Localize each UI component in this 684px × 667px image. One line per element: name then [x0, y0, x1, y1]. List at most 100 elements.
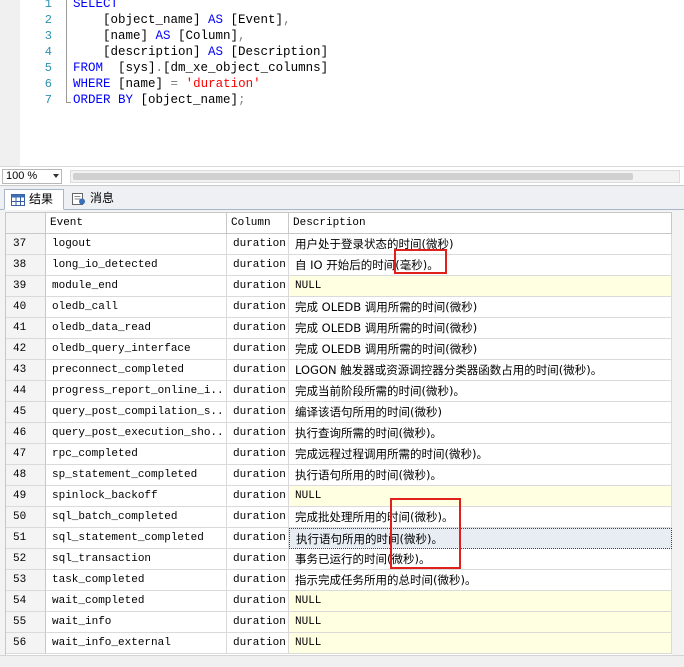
table-row[interactable]: 53 task_completed duration 指示完成任务所用的总时间(微秒)…	[6, 570, 672, 591]
column-header-description[interactable]: Description	[289, 213, 672, 233]
cell-event[interactable]: sp_statement_completed	[46, 465, 227, 486]
cell-column[interactable]: duration	[227, 486, 289, 507]
cell-description[interactable]: 完成 OLEDB 调用所需的时间(微秒)	[289, 339, 672, 360]
cell-column[interactable]: duration	[227, 570, 289, 591]
row-number[interactable]: 40	[6, 297, 46, 318]
cell-description[interactable]: 执行语句所用的时间(微秒)。	[289, 465, 672, 486]
table-row[interactable]: 47 rpc_completed duration 完成远程过程调用所需的时间(微秒)…	[6, 444, 672, 465]
cell-description[interactable]: 编译该语句所用的时间(微秒)	[289, 402, 672, 423]
cell-description[interactable]: 完成当前阶段所需的时间(微秒)。	[289, 381, 672, 402]
cell-event[interactable]: wait_info_external	[46, 633, 227, 654]
table-row[interactable]: 46 query_post_execution_sho... duration 执行查…	[6, 423, 672, 444]
cell-event[interactable]: preconnect_completed	[46, 360, 227, 381]
table-row[interactable]: 51 sql_statement_completed duration 执行语句所用的…	[6, 528, 672, 549]
cell-event[interactable]: oledb_data_read	[46, 318, 227, 339]
code-line[interactable]: SELECT	[73, 0, 118, 12]
table-row[interactable]: 37 logout duration 用户处于登录状态的时间(微秒)	[6, 234, 672, 255]
table-row[interactable]: 54 wait_completed duration NULL	[6, 591, 672, 612]
table-row[interactable]: 44 progress_report_online_i... duration 完成当…	[6, 381, 672, 402]
row-number[interactable]: 44	[6, 381, 46, 402]
cell-column[interactable]: duration	[227, 528, 289, 549]
table-row[interactable]: 40 oledb_call duration 完成 OLEDB 调用所需的时间(微秒)	[6, 297, 672, 318]
horizontal-scrollbar[interactable]	[70, 170, 680, 183]
chevron-down-icon[interactable]	[53, 174, 59, 178]
cell-description[interactable]: NULL	[289, 633, 672, 654]
grid-corner[interactable]	[6, 213, 46, 233]
cell-description[interactable]: 完成批处理所用的时间(微秒)。	[289, 507, 672, 528]
tab-messages[interactable]: 消息	[66, 189, 122, 210]
cell-description[interactable]: 指示完成任务所用的总时间(微秒)。	[289, 570, 672, 591]
cell-event[interactable]: query_post_execution_sho...	[46, 423, 227, 444]
code-line[interactable]: WHERE [name] = 'duration'	[73, 76, 261, 92]
cell-column[interactable]: duration	[227, 234, 289, 255]
cell-column[interactable]: duration	[227, 612, 289, 633]
table-row[interactable]: 50 sql_batch_completed duration 完成批处理所用的时间(…	[6, 507, 672, 528]
cell-description[interactable]: 事务已运行的时间(微秒)。	[289, 549, 672, 570]
cell-event[interactable]: wait_info	[46, 612, 227, 633]
row-number[interactable]: 50	[6, 507, 46, 528]
results-table[interactable]: Event Column Description 37 logout duratio…	[5, 212, 672, 664]
code-line[interactable]: [name] AS [Column],	[73, 28, 246, 44]
cell-description[interactable]: NULL	[289, 276, 672, 297]
row-number[interactable]: 42	[6, 339, 46, 360]
table-row[interactable]: 56 wait_info_external duration NULL	[6, 633, 672, 654]
table-row[interactable]: 39 module_end duration NULL	[6, 276, 672, 297]
cell-event[interactable]: oledb_call	[46, 297, 227, 318]
cell-column[interactable]: duration	[227, 255, 289, 276]
cell-description[interactable]: NULL	[289, 486, 672, 507]
table-row[interactable]: 49 spinlock_backoff duration NULL	[6, 486, 672, 507]
cell-description[interactable]: NULL	[289, 612, 672, 633]
row-number[interactable]: 56	[6, 633, 46, 654]
cell-column[interactable]: duration	[227, 507, 289, 528]
cell-description[interactable]: 完成 OLEDB 调用所需的时间(微秒)	[289, 297, 672, 318]
cell-event[interactable]: sql_statement_completed	[46, 528, 227, 549]
row-number[interactable]: 52	[6, 549, 46, 570]
row-number[interactable]: 37	[6, 234, 46, 255]
cell-event[interactable]: task_completed	[46, 570, 227, 591]
zoom-dropdown[interactable]: 100 %	[2, 169, 62, 184]
cell-column[interactable]: duration	[227, 297, 289, 318]
cell-description[interactable]: 执行语句所用的时间(微秒)。	[289, 528, 672, 549]
cell-column[interactable]: duration	[227, 402, 289, 423]
cell-description[interactable]: LOGON 触发器或资源调控器分类器函数占用的时间(微秒)。	[289, 360, 672, 381]
cell-description[interactable]: 完成 OLEDB 调用所需的时间(微秒)	[289, 318, 672, 339]
table-row[interactable]: 48 sp_statement_completed duration 执行语句所用的时…	[6, 465, 672, 486]
cell-event[interactable]: query_post_compilation_s...	[46, 402, 227, 423]
cell-event[interactable]: sql_transaction	[46, 549, 227, 570]
row-number[interactable]: 48	[6, 465, 46, 486]
cell-event[interactable]: oledb_query_interface	[46, 339, 227, 360]
code-line[interactable]: [description] AS [Description]	[73, 44, 328, 60]
row-number[interactable]: 46	[6, 423, 46, 444]
query-editor[interactable]: 1 2 3 4 5 6 7 SELECT [object_name] AS [Event],…	[0, 0, 684, 166]
cell-event[interactable]: sql_batch_completed	[46, 507, 227, 528]
row-number[interactable]: 45	[6, 402, 46, 423]
table-row[interactable]: 45 query_post_compilation_s... duration 编译该…	[6, 402, 672, 423]
cell-column[interactable]: duration	[227, 423, 289, 444]
column-header-event[interactable]: Event	[46, 213, 227, 233]
cell-event[interactable]: wait_completed	[46, 591, 227, 612]
cell-event[interactable]: module_end	[46, 276, 227, 297]
row-number[interactable]: 49	[6, 486, 46, 507]
table-row[interactable]: 38 long_io_detected duration 自 IO 开始后的时间(毫秒…	[6, 255, 672, 276]
table-row[interactable]: 52 sql_transaction duration 事务已运行的时间(微秒)。	[6, 549, 672, 570]
code-line[interactable]: ORDER BY [object_name];	[73, 92, 246, 108]
cell-event[interactable]: rpc_completed	[46, 444, 227, 465]
cell-column[interactable]: duration	[227, 591, 289, 612]
table-row[interactable]: 43 preconnect_completed duration LOGON 触发器或…	[6, 360, 672, 381]
cell-event[interactable]: progress_report_online_i...	[46, 381, 227, 402]
cell-column[interactable]: duration	[227, 360, 289, 381]
cell-description[interactable]: 执行查询所需的时间(微秒)。	[289, 423, 672, 444]
cell-description[interactable]: NULL	[289, 591, 672, 612]
row-number[interactable]: 51	[6, 528, 46, 549]
cell-description[interactable]: 用户处于登录状态的时间(微秒)	[289, 234, 672, 255]
fold-indicator[interactable]	[66, 0, 67, 103]
tab-results[interactable]: 结果	[4, 189, 64, 210]
row-number[interactable]: 54	[6, 591, 46, 612]
table-row[interactable]: 42 oledb_query_interface duration 完成 OLEDB …	[6, 339, 672, 360]
cell-column[interactable]: duration	[227, 465, 289, 486]
cell-column[interactable]: duration	[227, 444, 289, 465]
cell-column[interactable]: duration	[227, 318, 289, 339]
row-number[interactable]: 41	[6, 318, 46, 339]
scrollbar-thumb[interactable]	[73, 173, 633, 180]
cell-column[interactable]: duration	[227, 276, 289, 297]
